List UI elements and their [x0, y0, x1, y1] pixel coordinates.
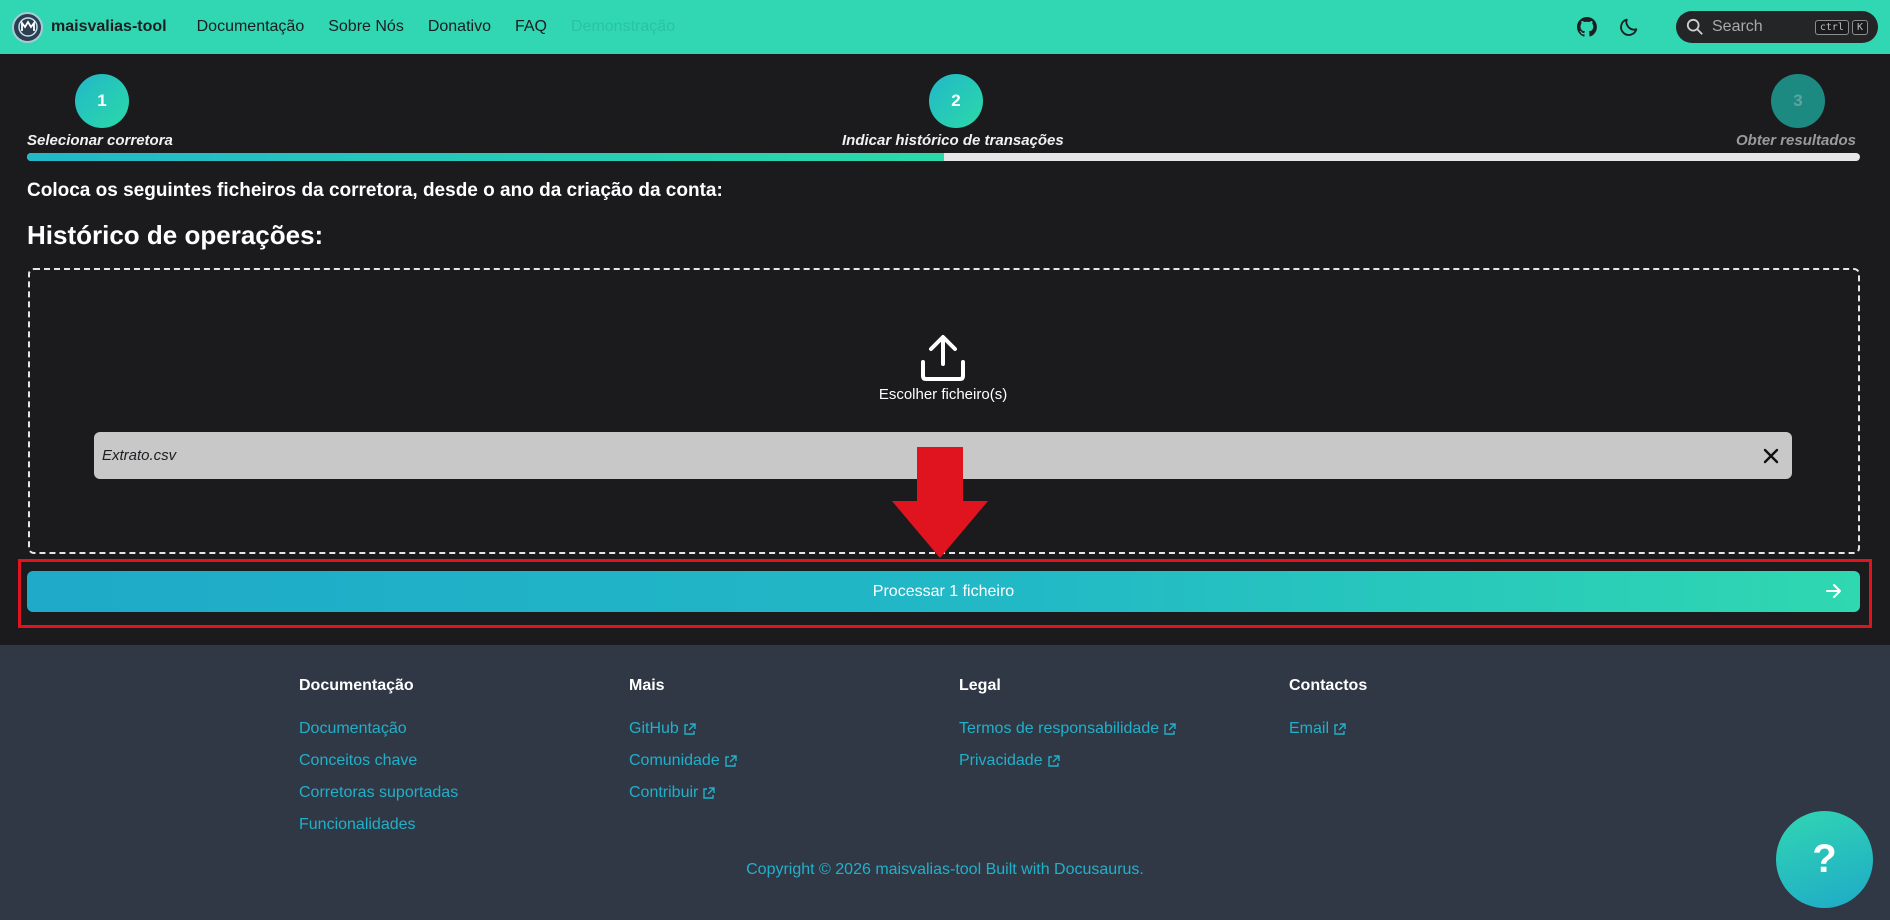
external-link-icon: [725, 754, 737, 767]
nav-link-documentacao[interactable]: Documentação: [197, 18, 305, 36]
upload-icon[interactable]: [917, 334, 969, 382]
step-3-circle: 3: [1771, 74, 1825, 128]
help-button[interactable]: ?: [1776, 811, 1873, 908]
search-input[interactable]: Search ctrl K: [1676, 11, 1878, 43]
brand-name[interactable]: maisvalias-tool: [51, 18, 167, 36]
search-icon: [1686, 18, 1703, 35]
github-icon[interactable]: [1572, 12, 1602, 42]
external-link-icon: [703, 786, 716, 799]
process-button-label: Processar 1 ficheiro: [872, 582, 1015, 600]
footer-link-documentacao[interactable]: Documentação: [299, 720, 407, 738]
external-link-icon: [1047, 754, 1060, 767]
footer-title-documentacao: Documentação: [299, 677, 414, 694]
step-1: 1: [75, 74, 129, 128]
step-2-circle: 2: [929, 74, 983, 128]
footer-link-conceitos-chave[interactable]: Conceitos chave: [299, 752, 417, 770]
annotation-arrow-icon: [892, 447, 988, 558]
logo-icon[interactable]: [12, 11, 43, 43]
external-link-icon: [1164, 722, 1176, 735]
upload-label[interactable]: Escolher ficheiro(s): [820, 386, 1066, 403]
step-2-label: Indicar histórico de transações: [842, 132, 1064, 149]
footer-link-github-label: GitHub: [629, 720, 679, 737]
external-link-icon: [684, 722, 696, 735]
footer-link-comunidade[interactable]: Comunidade: [629, 752, 737, 770]
dark-mode-toggle-icon[interactable]: [1614, 12, 1644, 42]
progress-bar: [27, 153, 1860, 161]
step-1-circle: 1: [75, 74, 129, 128]
footer-link-email[interactable]: Email: [1289, 720, 1346, 738]
nav-link-faq[interactable]: FAQ: [515, 18, 547, 36]
footer-title-mais: Mais: [629, 677, 665, 694]
step-2: 2: [929, 74, 983, 128]
footer-link-privacidade-label: Privacidade: [959, 752, 1043, 769]
close-icon[interactable]: [1758, 443, 1784, 469]
footer-link-email-label: Email: [1289, 720, 1330, 737]
footer-link-corretoras-suportadas[interactable]: Corretoras suportadas: [299, 784, 458, 802]
footer-link-comunidade-label: Comunidade: [629, 752, 720, 769]
nav-link-demonstracao[interactable]: Demonstração: [571, 18, 675, 36]
footer-link-privacidade[interactable]: Privacidade: [959, 752, 1060, 770]
process-button[interactable]: Processar 1 ficheiro: [27, 571, 1860, 612]
intro-text: Coloca os seguintes ficheiros da correto…: [27, 180, 723, 201]
navbar: maisvalias-tool Documentação Sobre Nós D…: [0, 0, 1890, 54]
footer-link-contribuir[interactable]: Contribuir: [629, 784, 716, 802]
footer-link-funcionalidades[interactable]: Funcionalidades: [299, 816, 416, 834]
nav-link-donativo[interactable]: Donativo: [428, 18, 491, 36]
footer-link-contribuir-label: Contribuir: [629, 784, 699, 801]
search-label: Search: [1712, 18, 1763, 35]
footer: Documentação Documentação Conceitos chav…: [0, 645, 1890, 920]
arrow-right-icon: [1826, 584, 1841, 598]
external-link-icon: [1334, 722, 1346, 735]
kbd-ctrl: ctrl: [1814, 19, 1849, 35]
footer-title-legal: Legal: [959, 677, 1001, 694]
footer-link-termos-label: Termos de responsabilidade: [959, 720, 1160, 737]
step-3-label: Obter resultados: [1736, 132, 1857, 149]
kbd-k: K: [1851, 19, 1868, 35]
nav-link-sobre-nos[interactable]: Sobre Nós: [328, 18, 404, 36]
copyright: Copyright © 2026 maisvalias-tool Built w…: [746, 861, 1144, 878]
step-1-label: Selecionar corretora: [27, 132, 173, 149]
footer-title-contactos: Contactos: [1289, 677, 1368, 694]
section-title: Histórico de operações:: [27, 220, 324, 250]
step-3: 3: [1771, 74, 1825, 128]
footer-link-github[interactable]: GitHub: [629, 720, 696, 738]
footer-link-termos[interactable]: Termos de responsabilidade: [959, 720, 1176, 738]
progress-fill: [27, 153, 944, 161]
